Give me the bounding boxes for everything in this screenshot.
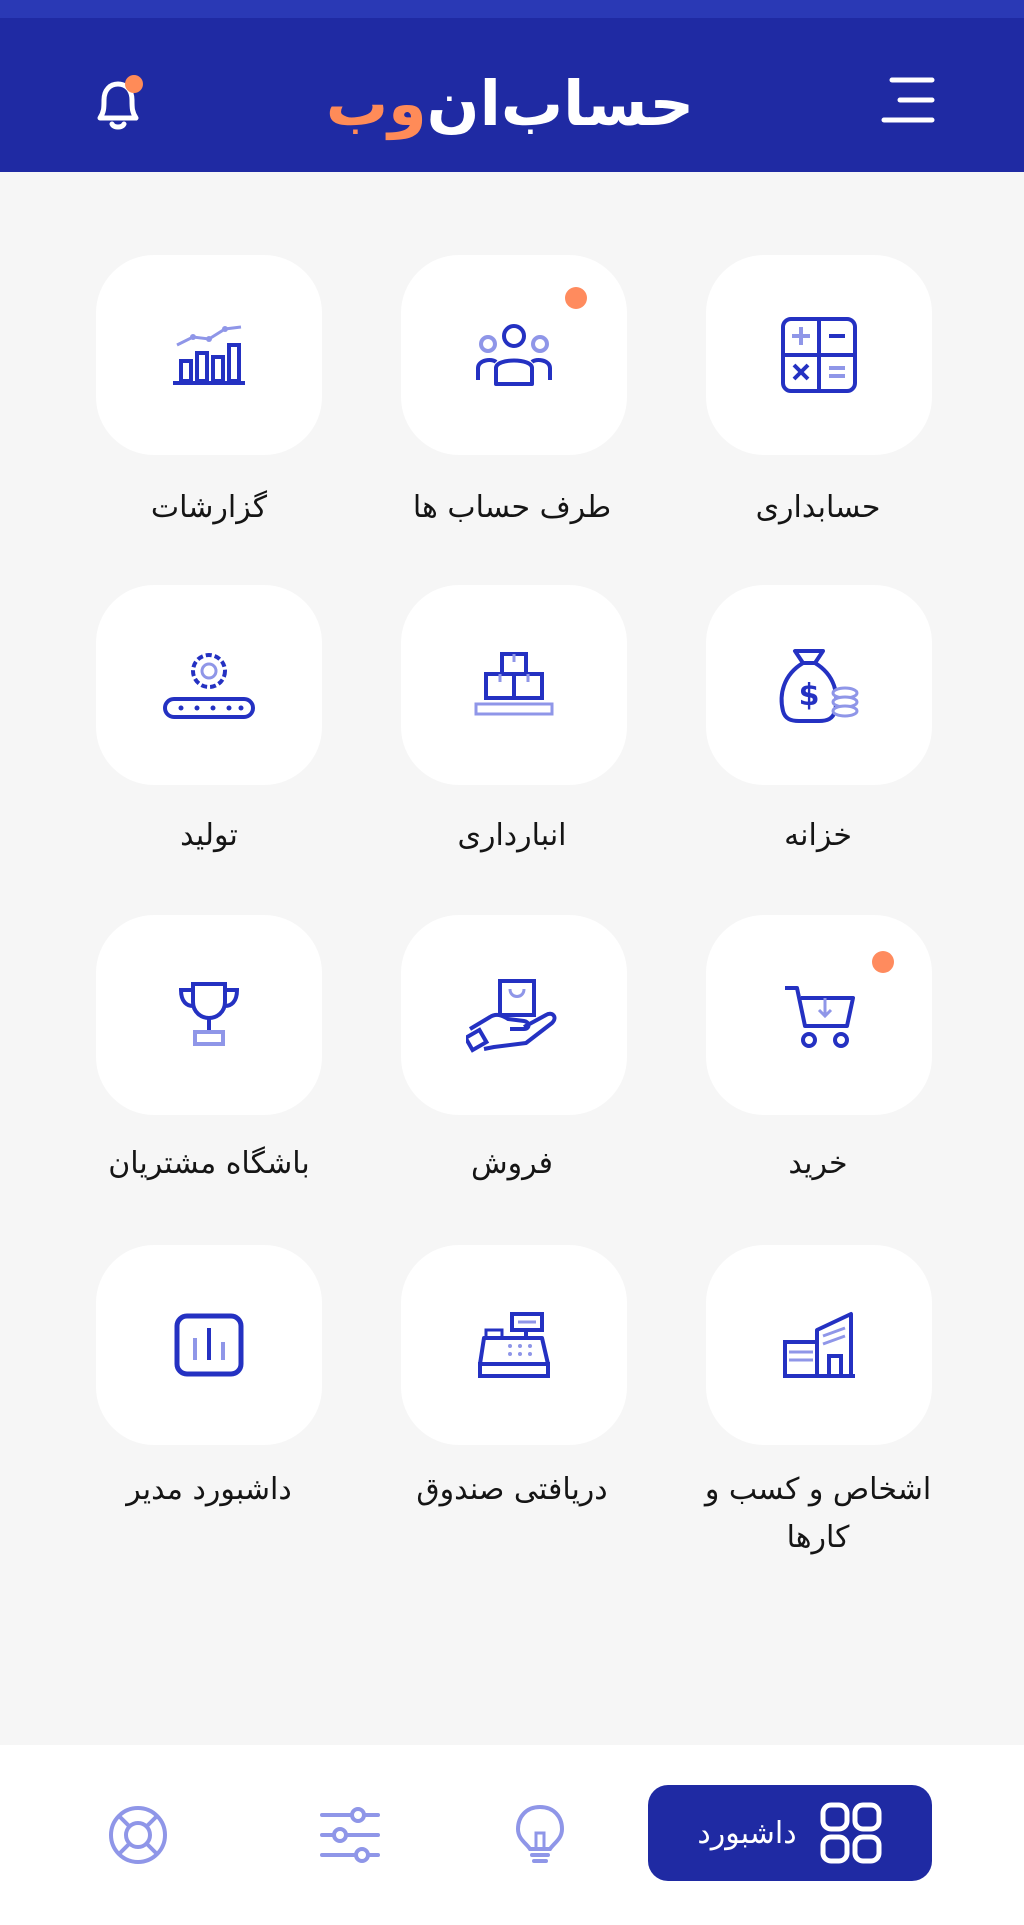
tile-reports[interactable] <box>96 255 322 455</box>
trophy-icon <box>178 982 240 1046</box>
boxes-icon <box>474 652 554 716</box>
support-icon <box>109 1806 167 1864</box>
tile-sales[interactable] <box>401 915 627 1115</box>
tile-cash-receipts[interactable] <box>401 1245 627 1445</box>
hand-bag-icon <box>466 979 557 1053</box>
people-icon <box>476 324 552 386</box>
tile-label: حسابداری <box>755 490 881 525</box>
bottom-nav: داشبورد <box>0 1745 1024 1925</box>
filters-button[interactable] <box>318 1803 382 1867</box>
app-logo: حساب ان وب <box>326 56 694 152</box>
notification-dot <box>565 287 587 309</box>
menu-button[interactable] <box>878 70 938 130</box>
tile-label: فروش <box>470 1146 553 1181</box>
cart-icon <box>785 986 855 1048</box>
dashboard-button[interactable]: داشبورد <box>648 1785 932 1881</box>
money-bag-icon: $ <box>779 649 859 723</box>
tile-label: داشبورد مدیر <box>126 1472 292 1507</box>
dashboard-button-label: داشبورد <box>697 1815 797 1851</box>
chart-icon <box>173 325 245 385</box>
tile-label: گزارشات <box>150 490 268 525</box>
tile-label: خزانه <box>784 818 852 853</box>
tile-label: اشخاص و کسب و کارها <box>704 1472 932 1555</box>
app-header: حساب ان وب <box>0 0 1024 172</box>
tile-label: طرف حساب ها <box>412 490 612 525</box>
building-icon <box>783 1312 855 1378</box>
tile-label: خرید <box>788 1146 848 1181</box>
sliders-icon <box>320 1807 380 1863</box>
tile-purchase[interactable] <box>706 915 932 1115</box>
tile-label: انبارداری <box>457 818 567 853</box>
tile-label: دریافتی صندوق <box>416 1472 608 1507</box>
notifications-button[interactable] <box>84 70 152 138</box>
support-button[interactable] <box>106 1803 170 1867</box>
tile-label: تولید <box>180 818 238 853</box>
bulb-icon <box>515 1804 565 1863</box>
bell-icon <box>97 75 143 130</box>
tile-accounting[interactable] <box>706 255 932 455</box>
ideas-button[interactable] <box>508 1803 572 1867</box>
logo-text-2: ان <box>426 67 501 140</box>
notification-dot <box>872 951 894 973</box>
svg-text:$: $ <box>799 678 820 713</box>
tile-warehouse[interactable] <box>401 585 627 785</box>
grid-icon <box>820 1802 882 1864</box>
tile-counterparties[interactable] <box>401 255 627 455</box>
tile-customer-club[interactable] <box>96 915 322 1115</box>
logo-text-1: حساب <box>500 67 695 140</box>
calculator-icon <box>781 317 857 393</box>
tile-label: باشگاه مشتریان <box>108 1146 310 1181</box>
menu-icon <box>881 77 935 123</box>
tile-treasury[interactable]: $ <box>706 585 932 785</box>
tile-production[interactable] <box>96 585 322 785</box>
logo-text-3: وب <box>325 67 427 140</box>
tile-manager-dashboard[interactable] <box>96 1245 322 1445</box>
dashboard-chart-icon <box>174 1313 244 1377</box>
conveyor-gear-icon <box>163 653 255 719</box>
cash-register-icon <box>478 1312 550 1378</box>
tile-businesses[interactable] <box>706 1245 932 1445</box>
